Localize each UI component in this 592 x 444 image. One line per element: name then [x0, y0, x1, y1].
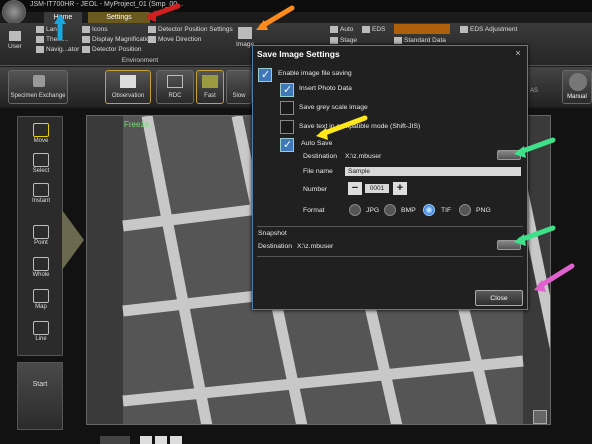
- green-arrow-1: [517, 137, 556, 155]
- annotation-arrows: [54, 3, 575, 292]
- orange-arrow: [259, 5, 295, 29]
- green-arrow-2: [517, 225, 556, 243]
- yellow-arrow: [319, 115, 368, 137]
- pink-arrow: [537, 263, 575, 289]
